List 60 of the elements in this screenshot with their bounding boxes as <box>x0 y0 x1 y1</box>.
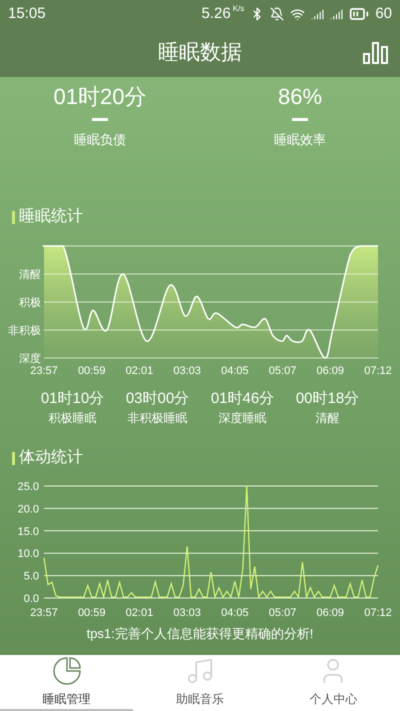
x-axis-label: 23:57 <box>30 365 58 377</box>
duration-label: 深度睡眠 <box>218 410 266 427</box>
duration-label: 非积极睡眠 <box>128 410 188 427</box>
x-axis-label: 04:05 <box>221 607 249 619</box>
page-title: 睡眠数据 <box>158 40 242 66</box>
nav-tab[interactable]: 个人中心 <box>266 655 400 711</box>
tip-text: tps1:完善个人信息能获得更精确的分析! <box>86 626 314 641</box>
bar-chart-icon <box>363 42 389 64</box>
x-axis-label: 06:09 <box>316 607 344 619</box>
nav-tab[interactable]: 睡眠管理 <box>0 655 134 711</box>
y-axis-label: 0.0 <box>24 593 39 605</box>
duration-value: 01时10分 <box>40 389 104 409</box>
y-axis-label: 非积极 <box>8 325 41 337</box>
duration-label: 清醒 <box>316 410 340 427</box>
y-axis-label: 10.0 <box>18 548 39 560</box>
network-speed: 5.26 <box>202 4 231 24</box>
summary-dash <box>92 118 108 121</box>
battery-level: 60 <box>375 4 392 24</box>
pie-chart-icon <box>52 656 82 686</box>
y-axis-label: 积极 <box>19 297 41 309</box>
wifi-icon <box>290 6 306 22</box>
summary-value: 86% <box>278 83 322 111</box>
status-time: 15:05 <box>8 4 46 24</box>
y-axis-label: 20.0 <box>18 503 39 516</box>
x-axis-label: 02:01 <box>126 607 154 619</box>
y-axis-label: 5.0 <box>24 570 39 583</box>
y-axis-label: 15.0 <box>18 526 39 538</box>
nav-tab[interactable]: 助眠音乐 <box>133 655 267 711</box>
x-axis-label: 07:12 <box>364 365 392 377</box>
summary-label: 睡眠效率 <box>274 131 326 149</box>
statistics-button[interactable] <box>363 42 389 64</box>
x-axis-label: 07:12 <box>364 607 392 619</box>
x-axis-label: 05:07 <box>268 365 296 377</box>
summary-label: 睡眠负债 <box>74 131 126 149</box>
x-axis-label: 00:59 <box>78 365 106 377</box>
speed-unit: K/s <box>232 2 244 15</box>
x-axis-label: 03:03 <box>173 607 201 619</box>
x-axis-label: 05:07 <box>268 607 296 619</box>
section-title: 体动统计 <box>19 448 83 468</box>
duration-value: 01时46分 <box>210 389 274 409</box>
y-axis-label: 深度 <box>19 353 41 365</box>
x-axis-label: 03:03 <box>173 365 201 377</box>
x-axis-label: 02:01 <box>126 365 154 377</box>
duration-value: 03时00分 <box>126 389 190 409</box>
x-axis-label: 00:59 <box>78 607 106 619</box>
signal-icon <box>311 8 324 20</box>
section-title: 睡眠统计 <box>19 206 83 227</box>
section-marker <box>12 452 15 464</box>
summary-dash <box>292 118 308 121</box>
x-axis-label: 04:05 <box>221 365 249 377</box>
duration-value: 00时18分 <box>296 389 360 409</box>
bell-off-icon <box>270 7 284 21</box>
signal-icon <box>330 8 344 20</box>
section-marker <box>12 210 15 224</box>
y-axis-label: 清醒 <box>19 269 41 281</box>
x-axis-label: 06:09 <box>316 365 344 377</box>
y-axis-label: 25.0 <box>18 481 39 493</box>
duration-label: 积极睡眠 <box>48 410 96 427</box>
x-axis-label: 23:57 <box>30 607 58 619</box>
summary-value: 01时20分 <box>54 83 146 111</box>
